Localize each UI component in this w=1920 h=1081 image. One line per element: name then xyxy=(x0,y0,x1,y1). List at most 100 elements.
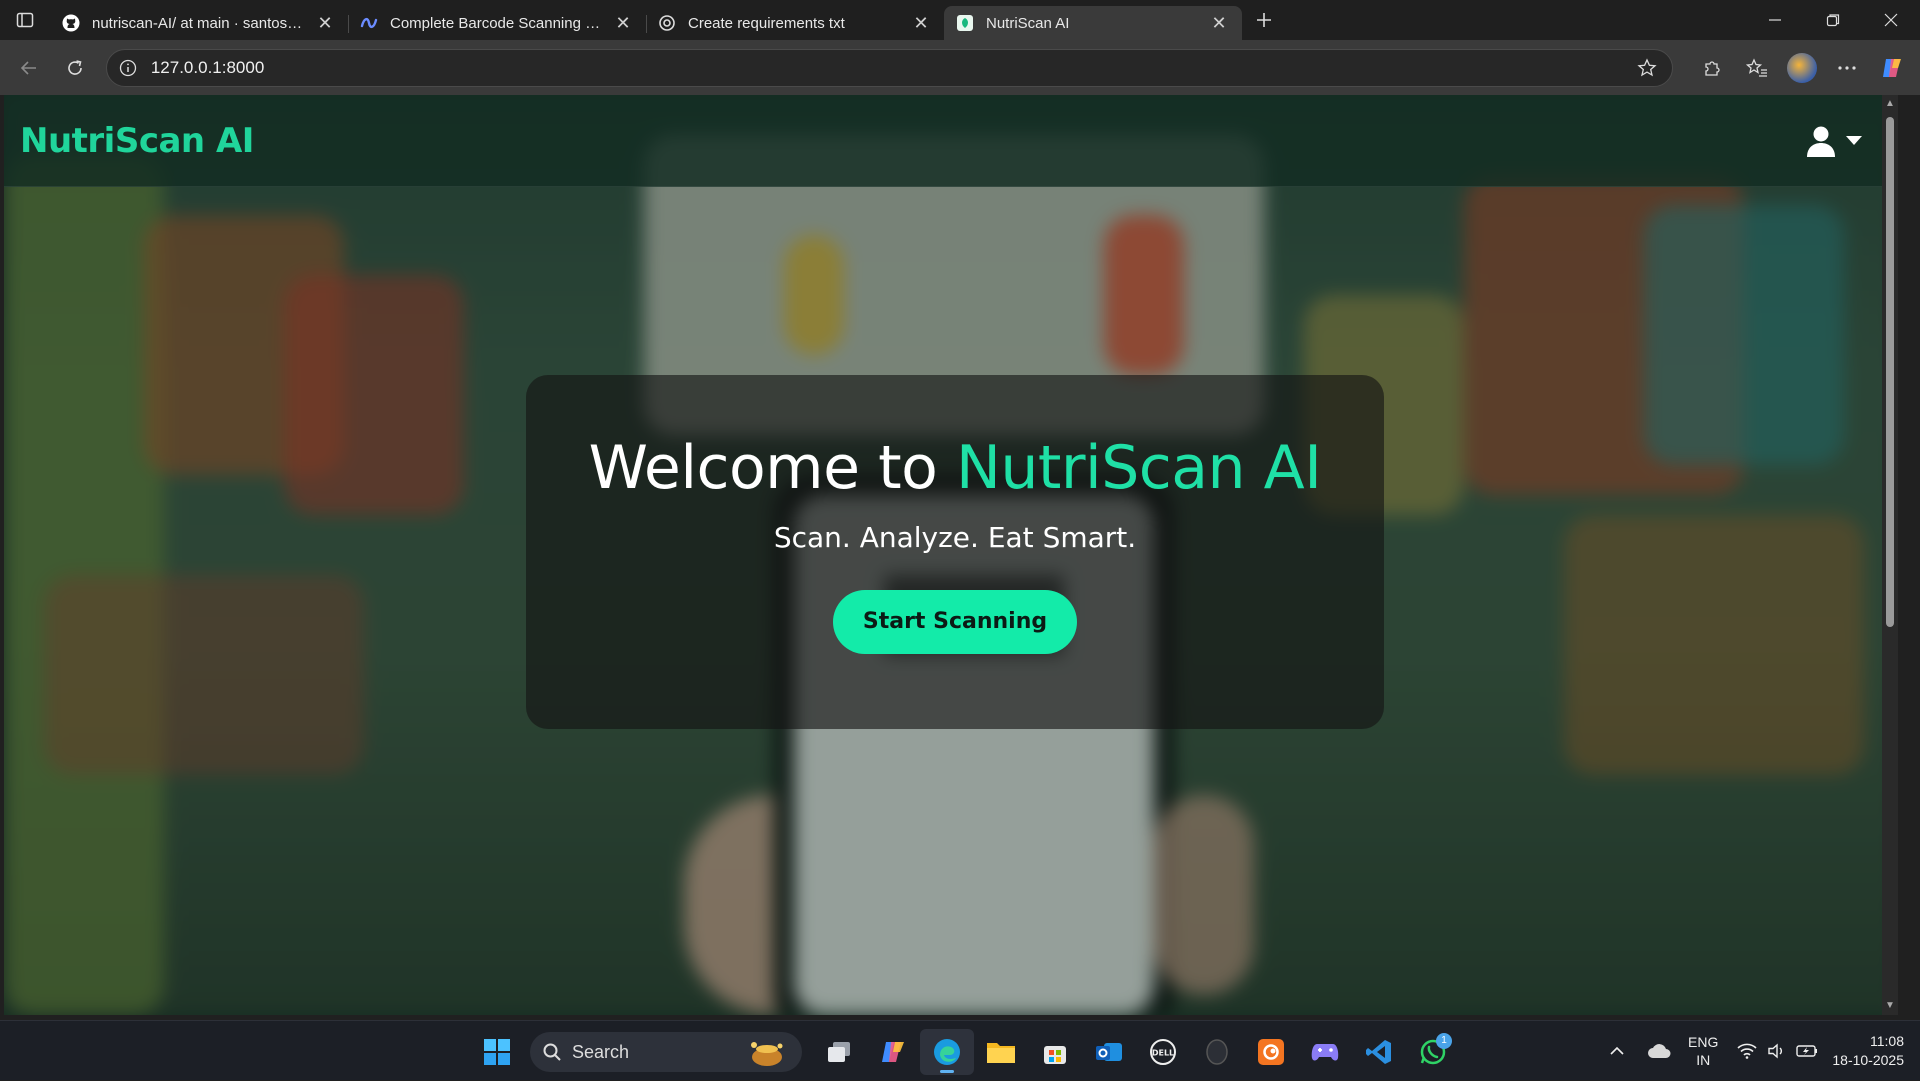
back-arrow-icon xyxy=(20,60,36,75)
chevron-up-icon xyxy=(1610,1046,1624,1055)
hero-title-prefix: Welcome to xyxy=(588,433,938,503)
copilot-button[interactable] xyxy=(1869,48,1914,88)
address-bar[interactable]: 127.0.0.1:8000 xyxy=(105,48,1674,87)
search-icon xyxy=(543,1043,561,1061)
copilot-icon xyxy=(882,1042,904,1062)
edge-icon xyxy=(934,1039,960,1065)
volume-icon[interactable] xyxy=(1762,1043,1792,1059)
taskbar-search[interactable]: Search xyxy=(530,1032,802,1072)
tab-github[interactable]: nutriscan-AI/ at main · santosh66 ✕ xyxy=(50,6,348,40)
browser-toolbar: 127.0.0.1:8000 xyxy=(0,40,1920,95)
close-window-button[interactable] xyxy=(1862,0,1920,40)
restore-button[interactable] xyxy=(1804,0,1862,40)
input-language-indicator[interactable]: ENG IN xyxy=(1688,1033,1718,1069)
plus-icon xyxy=(1257,13,1271,27)
tab-barcode-pipeline[interactable]: Complete Barcode Scanning Pipeline ✕ xyxy=(348,6,646,40)
browser-tab-strip: nutriscan-AI/ at main · santosh66 ✕ Comp… xyxy=(0,0,1920,40)
tab-actions-icon xyxy=(16,12,34,28)
dell-logo-icon: DELL xyxy=(1150,1039,1176,1065)
url-text: 127.0.0.1:8000 xyxy=(150,57,265,77)
outlook-button[interactable] xyxy=(1082,1029,1136,1075)
start-button[interactable] xyxy=(470,1029,524,1075)
extensions-button[interactable] xyxy=(1689,48,1734,88)
tab-title: NutriScan AI xyxy=(986,14,1070,32)
shield-app-icon xyxy=(1206,1039,1228,1065)
vscode-button[interactable] xyxy=(1352,1029,1406,1075)
close-tab-icon[interactable]: ✕ xyxy=(1208,12,1230,34)
favorite-star-icon[interactable] xyxy=(1632,57,1662,78)
hero-subtitle: Scan. Analyze. Eat Smart. xyxy=(773,521,1137,554)
language-code: ENG xyxy=(1688,1034,1719,1050)
tab-actions-button[interactable] xyxy=(0,0,50,40)
wifi-icon[interactable] xyxy=(1732,1043,1762,1059)
crunchyroll-icon xyxy=(1258,1039,1284,1065)
user-icon xyxy=(1807,126,1835,157)
favorites-button[interactable] xyxy=(1734,48,1779,88)
profile-button[interactable] xyxy=(1779,48,1824,88)
notification-badge: 1 xyxy=(1436,1033,1452,1049)
clock[interactable]: 11:08 18-10-2025 xyxy=(1832,1032,1904,1070)
scroll-up-icon[interactable]: ▲ xyxy=(1885,99,1895,109)
restore-icon xyxy=(1826,14,1840,27)
page-scrollbar[interactable]: ▲ ▼ xyxy=(1882,95,1898,1015)
scrollbar-thumb[interactable] xyxy=(1886,117,1894,627)
game-controller-icon xyxy=(1311,1044,1339,1061)
puzzle-icon xyxy=(1704,60,1720,76)
search-highlight-pot-icon xyxy=(751,1042,783,1066)
minimize-button[interactable] xyxy=(1746,0,1804,40)
vscode-icon xyxy=(1366,1040,1391,1064)
tab-nutriscan[interactable]: NutriScan AI ✕ xyxy=(944,6,1242,40)
crunchyroll-button[interactable] xyxy=(1244,1029,1298,1075)
whatsapp-button[interactable]: 1 xyxy=(1406,1029,1460,1075)
hero-title-accent: NutriScan AI xyxy=(955,433,1322,503)
minimize-icon xyxy=(1769,19,1781,21)
window-controls xyxy=(1746,0,1920,40)
region-code: IN xyxy=(1696,1052,1711,1068)
store-bag-icon xyxy=(1044,1046,1066,1064)
close-icon xyxy=(1884,13,1898,27)
task-view-button[interactable] xyxy=(812,1029,866,1075)
security-app-button[interactable] xyxy=(1190,1029,1244,1075)
chatgpt-icon xyxy=(658,14,676,32)
taskbar-apps: Search DELL 1 xyxy=(470,1029,1460,1075)
tab-requirements[interactable]: Create requirements txt ✕ xyxy=(646,6,944,40)
start-scanning-button[interactable]: Start Scanning xyxy=(833,590,1077,654)
dell-app-button[interactable]: DELL xyxy=(1136,1029,1190,1075)
github-icon xyxy=(62,14,80,32)
site-info-icon[interactable] xyxy=(117,57,139,79)
more-menu-button[interactable] xyxy=(1824,48,1869,88)
battery-charging-icon[interactable] xyxy=(1792,1043,1822,1059)
xbox-app-button[interactable] xyxy=(1298,1029,1352,1075)
back-button[interactable] xyxy=(6,48,52,88)
show-hidden-icons-button[interactable] xyxy=(1602,1046,1632,1056)
brand-logo-text[interactable]: NutriScan AI xyxy=(20,121,254,161)
hero-card: Welcome to NutriScan AI Scan. Analyze. E… xyxy=(526,375,1384,729)
onedrive-button[interactable] xyxy=(1644,1043,1674,1059)
tab-title: Complete Barcode Scanning Pipeline xyxy=(390,14,604,32)
copilot-icon xyxy=(1882,58,1901,77)
file-explorer-button[interactable] xyxy=(974,1029,1028,1075)
tab-title: Create requirements txt xyxy=(688,14,845,32)
copilot-app-button[interactable] xyxy=(866,1029,920,1075)
svg-text:DELL: DELL xyxy=(1152,1049,1174,1058)
scroll-down-icon[interactable]: ▼ xyxy=(1885,1001,1895,1011)
close-tab-icon[interactable]: ✕ xyxy=(314,12,336,34)
profile-avatar xyxy=(1786,52,1817,83)
ai-assistant-icon xyxy=(360,14,378,32)
close-tab-icon[interactable]: ✕ xyxy=(612,12,634,34)
tab-title: nutriscan-AI/ at main · santosh66 xyxy=(92,14,306,32)
edge-browser-button[interactable] xyxy=(920,1029,974,1075)
clock-time: 11:08 xyxy=(1870,1033,1904,1049)
hero-title: Welcome to NutriScan AI xyxy=(526,433,1384,503)
refresh-button[interactable] xyxy=(52,48,98,88)
microsoft-store-button[interactable] xyxy=(1028,1029,1082,1075)
system-tray: ENG IN 11:08 18-10-2025 xyxy=(1602,1021,1904,1081)
windows-taskbar: Search DELL 1 ENG IN 11:08 18-10-2025 xyxy=(0,1020,1920,1080)
user-menu-toggle[interactable] xyxy=(1806,125,1862,157)
clock-date: 18-10-2025 xyxy=(1832,1052,1904,1068)
caret-down-icon xyxy=(1846,135,1862,145)
close-tab-icon[interactable]: ✕ xyxy=(910,12,932,34)
new-tab-button[interactable] xyxy=(1242,0,1286,40)
favorites-list-icon xyxy=(1745,57,1767,77)
search-label: Search xyxy=(572,1041,630,1062)
